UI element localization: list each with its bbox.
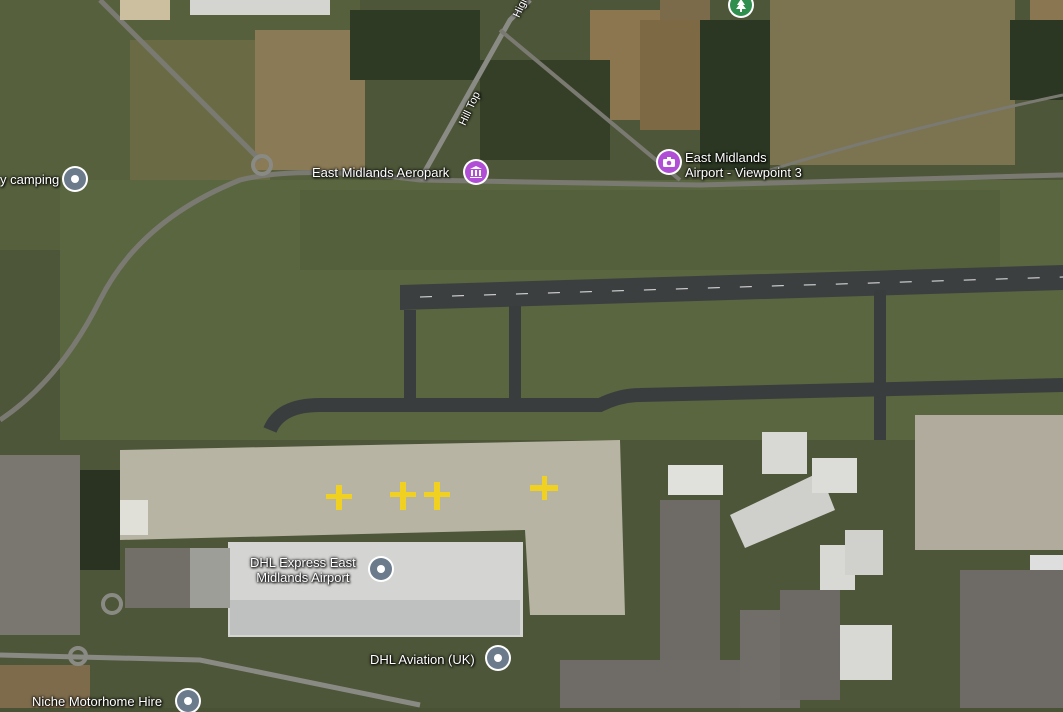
poi-label-aeropark[interactable]: East Midlands Aeropark bbox=[312, 165, 449, 180]
pin-dhl-aviation[interactable] bbox=[487, 647, 509, 669]
pin-dot-icon bbox=[377, 565, 385, 573]
dhl-express-line-1: DHL Express East bbox=[250, 555, 356, 570]
pin-niche[interactable] bbox=[177, 690, 199, 712]
poi-label-dhl-express[interactable]: DHL Express East Midlands Airport bbox=[250, 555, 356, 585]
pin-viewpoint[interactable] bbox=[658, 151, 680, 173]
pin-dot-icon bbox=[184, 697, 192, 705]
poi-label-dhl-aviation[interactable]: DHL Aviation (UK) bbox=[370, 652, 475, 667]
pin-dhl-express[interactable] bbox=[370, 558, 392, 580]
pin-aeropark[interactable] bbox=[465, 161, 487, 183]
museum-icon bbox=[470, 166, 482, 178]
camera-icon bbox=[663, 157, 675, 167]
poi-label-viewpoint[interactable]: East Midlands Airport - Viewpoint 3 bbox=[685, 150, 802, 180]
poi-label-camping[interactable]: y camping bbox=[0, 172, 59, 187]
pin-dot-icon bbox=[494, 654, 502, 662]
dhl-express-line-2: Midlands Airport bbox=[256, 570, 350, 585]
pin-dot-icon bbox=[71, 175, 79, 183]
tree-icon bbox=[736, 0, 746, 12]
poi-label-niche[interactable]: Niche Motorhome Hire bbox=[32, 694, 162, 709]
viewpoint-line-1: East Midlands bbox=[685, 150, 767, 165]
pin-camping[interactable] bbox=[64, 168, 86, 190]
viewpoint-line-2: Airport - Viewpoint 3 bbox=[685, 165, 802, 180]
satellite-map[interactable] bbox=[0, 0, 1063, 708]
